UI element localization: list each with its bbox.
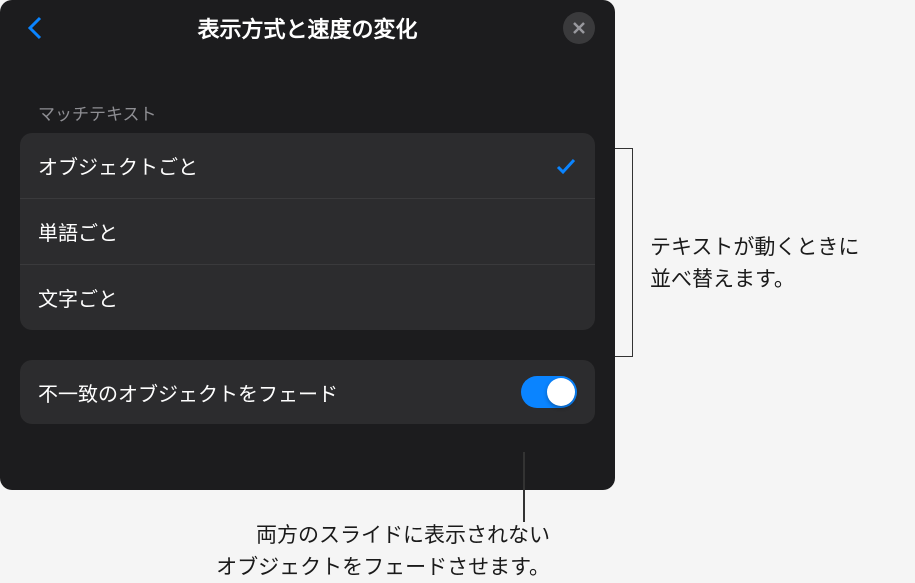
fade-unmatched-row: 不一致のオブジェクトをフェード (20, 360, 595, 424)
toggle-knob (547, 378, 575, 406)
option-by-character[interactable]: 文字ごと (20, 265, 595, 330)
match-text-options: オブジェクトごと 単語ごと 文字ごと (20, 133, 595, 330)
chevron-left-icon (26, 15, 44, 41)
panel-content: マッチテキスト オブジェクトごと 単語ごと 文字ごと 不一致のオブジェクトをフェ… (0, 55, 615, 444)
panel-header: 表示方式と速度の変化 (0, 0, 615, 55)
option-label: 文字ごと (38, 283, 118, 312)
close-button[interactable] (563, 12, 595, 44)
callout-line-connector (523, 452, 525, 522)
close-icon (572, 21, 586, 35)
callout-text: テキストが動くときに 並べ替えます。 (650, 232, 859, 295)
checkmark-icon (555, 155, 577, 177)
section-label: マッチテキスト (20, 100, 595, 125)
option-by-word[interactable]: 単語ごと (20, 199, 595, 265)
option-label: 単語ごと (38, 217, 118, 246)
panel-title: 表示方式と速度の変化 (197, 12, 417, 44)
callout-text: 両方のスライドに表示されない オブジェクトをフェードさせます。 (180, 520, 550, 583)
callout-line: 並べ替えます。 (650, 268, 795, 291)
callout-bracket (615, 148, 633, 357)
callout-line: 両方のスライドに表示されない (256, 524, 550, 547)
callout-line: オブジェクトをフェードさせます。 (216, 556, 550, 579)
fade-unmatched-toggle[interactable] (521, 376, 577, 408)
back-button[interactable] (20, 13, 50, 43)
option-by-object[interactable]: オブジェクトごと (20, 133, 595, 199)
option-label: オブジェクトごと (38, 151, 198, 180)
settings-panel: 表示方式と速度の変化 マッチテキスト オブジェクトごと 単語ごと 文字ごと (0, 0, 615, 490)
callout-line: テキストが動くときに (650, 236, 859, 259)
toggle-label: 不一致のオブジェクトをフェード (38, 378, 338, 407)
